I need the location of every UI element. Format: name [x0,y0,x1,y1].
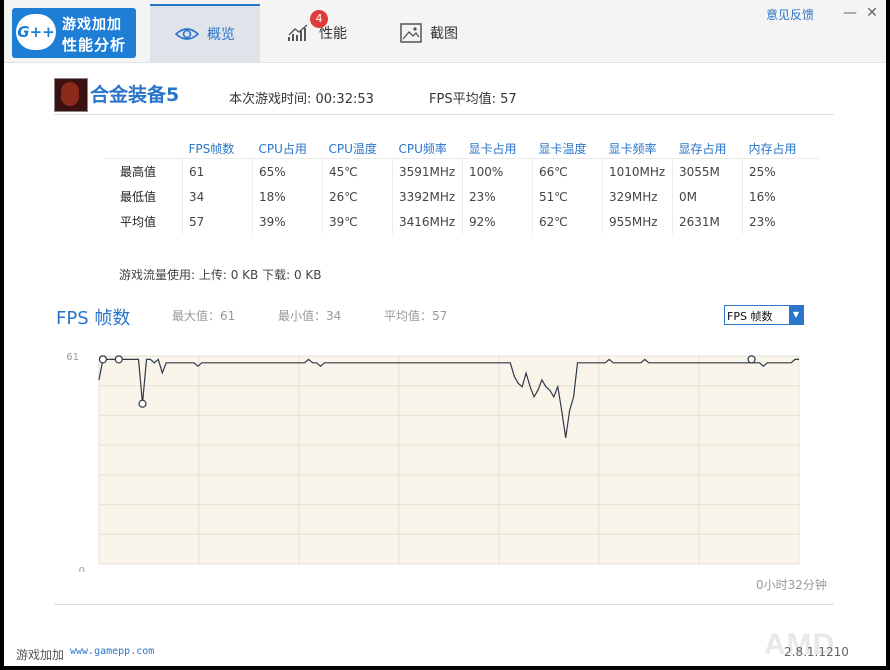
cell: 66℃ [532,158,603,184]
fps-marker [747,355,756,364]
logo-badge: G++ [16,14,56,50]
tab-screenshots-label: 截图 [430,26,458,42]
cell: 51℃ [532,184,603,209]
eye-icon [175,28,199,40]
cell: 16% [742,184,819,209]
tab-overview[interactable]: 概览 [150,4,260,62]
chevron-down-icon: ▼ [789,306,803,324]
footer-brand: 游戏加加 [16,648,65,662]
header-bar: G++ 游戏加加 性能分析 概览 性能 截图 4 意见反馈 — ✕ [4,0,886,63]
cell: 39℃ [322,209,393,234]
game-icon [54,78,88,112]
header-gpu-temp: 显卡温度 [532,138,603,159]
header-cpu-temp: CPU温度 [322,138,393,159]
header-vram: 显存占用 [672,138,743,159]
close-button[interactable]: ✕ [862,4,882,24]
chart-icon [288,24,308,41]
fps-chart: 61 0 [66,352,800,572]
header-cpu-freq: CPU频率 [392,138,463,159]
fps-average: FPS平均值: 57 [429,92,517,107]
screenshot-count-badge: 4 [310,10,328,28]
cell: 18% [252,184,323,209]
chart-min: 最小值：34 [278,309,342,323]
cell: 100% [462,158,533,184]
stats-header-row: FPS帧数 CPU占用 CPU温度 CPU频率 显卡占用 显卡温度 显卡频率 显… [104,138,819,159]
table-row: 最高值 61 65% 45℃ 3591MHz 100% 66℃ 1010MHz … [104,158,819,184]
tab-overview-label: 概览 [207,27,235,43]
header-gpu-usage: 显卡占用 [462,138,533,159]
header-fps: FPS帧数 [182,138,253,159]
cell: 34 [182,184,253,209]
feedback-link[interactable]: 意见反馈 [766,6,814,23]
table-row: 最低值 34 18% 26℃ 3392MHz 23% 51℃ 329MHz 0M… [104,184,819,209]
divider [54,604,834,605]
cell: 65% [252,158,323,184]
header-cpu-usage: CPU占用 [252,138,323,159]
fps-marker [138,399,147,408]
play-time: 本次游戏时间: 00:32:53 [229,92,374,107]
tab-screenshots[interactable]: 截图 [374,4,484,62]
duration-label: 0小时32分钟 [756,578,827,592]
fps-marker [98,355,108,364]
metric-select[interactable]: FPS 帧数 ▼ [724,305,804,325]
row-label: 最低值 [120,190,157,204]
chart-max: 最大值：61 [172,309,236,323]
minimize-button[interactable]: — [840,4,860,24]
cell: 23% [462,184,533,209]
row-label: 平均值 [120,215,157,229]
cell: 57 [182,209,253,234]
cell: 25% [742,158,819,184]
plot-area [99,356,799,564]
game-title: 合金装备5 [90,84,180,106]
traffic-usage: 游戏流量使用: 上传: 0 KB 下载: 0 KB [119,268,322,282]
version-label: 2.8.1.1210 [784,645,849,659]
chart-avg: 平均值：57 [384,309,448,323]
cell: 3055M [672,158,743,184]
stats-table: FPS帧数 CPU占用 CPU温度 CPU频率 显卡占用 显卡温度 显卡频率 显… [104,138,819,234]
cell: 62℃ [532,209,603,234]
header-ram: 内存占用 [742,138,819,159]
cell: 0M [672,184,743,209]
cell: 61 [182,158,253,184]
cell: 23% [742,209,819,234]
fps-marker [114,355,123,364]
metric-select-value: FPS 帧数 [727,310,773,323]
cell: 3416MHz [392,209,463,234]
cell: 2631M [672,209,743,234]
y-tick-label: 61 [66,352,79,363]
y-tick-label: 0 [79,566,85,572]
image-icon [400,23,422,43]
logo-line1: 游戏加加 [62,17,122,33]
chart-title: FPS 帧数 [56,308,131,329]
cell: 3392MHz [392,184,463,209]
cell: 1010MHz [602,158,673,184]
divider [54,114,834,115]
main-window: G++ 游戏加加 性能分析 概览 性能 截图 4 意见反馈 — ✕ 合金装备5 … [4,0,886,666]
cell: 45℃ [322,158,393,184]
cell: 3591MHz [392,158,463,184]
cell: 329MHz [602,184,673,209]
cell: 26℃ [322,184,393,209]
table-row: 平均值 57 39% 39℃ 3416MHz 92% 62℃ 955MHz 26… [104,209,819,234]
row-label: 最高值 [120,165,157,179]
cell: 955MHz [602,209,673,234]
header-gpu-freq: 显卡频率 [602,138,673,159]
website-link[interactable]: www.gamepp.com [70,646,154,657]
logo-line2: 性能分析 [62,36,127,54]
cell: 92% [462,209,533,234]
header-blank [104,138,183,159]
app-logo: G++ 游戏加加 性能分析 [12,8,136,58]
cell: 39% [252,209,323,234]
